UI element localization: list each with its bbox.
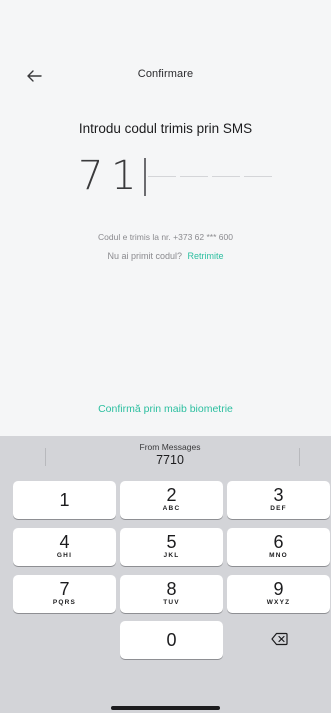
code-digit: 1 (111, 153, 137, 199)
resend-row: Nu ai primit codul? Retrimite (0, 251, 331, 261)
page-title: Confirmare (137, 68, 194, 80)
key-7[interactable]: 7 PQRS (13, 575, 116, 613)
key-1[interactable]: 1 (13, 481, 116, 519)
key-letters: DEF (270, 505, 287, 512)
key-letters: TUV (163, 599, 180, 606)
key-8[interactable]: 8 TUV (120, 575, 223, 613)
code-input[interactable]: 7 1 (78, 152, 278, 200)
code-slot-empty (180, 176, 208, 177)
key-0[interactable]: 0 (120, 621, 223, 659)
confirmation-screen: Confirmare Introdu codul trimis prin SMS… (0, 0, 331, 436)
key-9[interactable]: 9 WXYZ (227, 575, 330, 613)
backspace-icon (271, 632, 288, 646)
resend-link[interactable]: Retrimite (188, 251, 224, 261)
key-digit: 5 (166, 532, 177, 552)
key-digit: 4 (59, 532, 70, 552)
key-digit: 2 (166, 485, 177, 505)
key-letters: GHI (56, 552, 73, 559)
key-digit: 1 (59, 490, 70, 510)
key-digit: 9 (273, 579, 284, 599)
key-letters: PQRS (52, 599, 77, 606)
code-slot-empty (148, 176, 176, 177)
home-indicator[interactable] (111, 706, 220, 710)
key-digit: 0 (166, 630, 177, 650)
key-letters: ABC (162, 505, 181, 512)
sent-to-info: Codul e trimis la nr. +373 62 *** 600 (0, 232, 331, 242)
key-digit: 7 (59, 579, 70, 599)
suggestion-code: 7710 (156, 453, 184, 467)
key-6[interactable]: 6 MNO (227, 528, 330, 566)
code-slot-empty (244, 176, 272, 177)
sent-to-label: Codul e trimis la nr. (98, 232, 171, 242)
key-digit: 8 (166, 579, 177, 599)
key-digit: 6 (273, 532, 284, 552)
key-letters: WXYZ (266, 599, 291, 606)
key-letters: MNO (269, 552, 288, 559)
text-cursor (144, 158, 146, 196)
keyboard-suggestion-bar: From Messages 7710 (0, 436, 331, 476)
not-received-label: Nu ai primit codul? (107, 251, 182, 261)
key-letters: JKL (163, 552, 180, 559)
key-5[interactable]: 5 JKL (120, 528, 223, 566)
suggestion-source: From Messages (139, 442, 201, 452)
code-slot-empty (212, 176, 240, 177)
biometric-confirm-link[interactable]: Confirmă prin maib biometrie (0, 403, 331, 415)
key-digit: 3 (273, 485, 284, 505)
suggestion-divider (45, 448, 46, 466)
phone-number: +373 62 *** 600 (173, 232, 233, 242)
key-3[interactable]: 3 DEF (227, 481, 330, 519)
code-digit: 7 (78, 153, 104, 199)
suggestion-divider (299, 448, 300, 466)
key-2[interactable]: 2 ABC (120, 481, 223, 519)
delete-key[interactable] (227, 621, 330, 659)
instruction-heading: Introdu codul trimis prin SMS (78, 121, 253, 136)
numeric-keyboard: From Messages 7710 1 2 ABC 3 DEF 4 GHI 5… (0, 436, 331, 713)
sms-code-suggestion[interactable]: From Messages 7710 (120, 442, 220, 474)
key-4[interactable]: 4 GHI (13, 528, 116, 566)
